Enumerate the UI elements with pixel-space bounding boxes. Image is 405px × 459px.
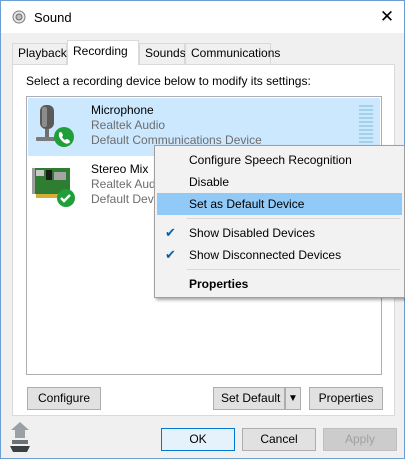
microphone-icon: [36, 105, 74, 147]
window-title: Sound: [34, 10, 72, 25]
menu-item-label: Properties: [189, 277, 249, 291]
sound-dialog: Sound ✕ Playback Recording Sounds Commun…: [0, 0, 405, 459]
speaker-icon: [12, 10, 26, 24]
properties-button[interactable]: Properties: [309, 387, 383, 410]
close-icon: ✕: [379, 7, 395, 26]
tab-recording[interactable]: Recording: [67, 40, 139, 65]
menu-item-properties[interactable]: Properties: [157, 273, 402, 295]
checkmark-badge-icon: [57, 189, 75, 207]
apply-button[interactable]: Apply: [323, 428, 397, 451]
tab-playback[interactable]: Playback: [12, 43, 67, 64]
menu-item-show-disconnected-devices[interactable]: ✔ Show Disconnected Devices: [157, 244, 402, 266]
context-menu: Configure Speech Recognition Disable Set…: [154, 145, 405, 298]
menu-separator: [187, 218, 400, 219]
device-driver: Realtek Audio: [91, 118, 166, 132]
menu-item-show-disabled-devices[interactable]: ✔ Show Disabled Devices: [157, 222, 402, 244]
configure-button[interactable]: Configure: [27, 387, 101, 410]
chevron-down-icon: ▼: [288, 393, 298, 404]
menu-separator: [187, 269, 400, 270]
menu-item-configure-speech-recognition[interactable]: Configure Speech Recognition: [157, 149, 402, 171]
menu-item-label: Configure Speech Recognition: [189, 153, 352, 167]
menu-item-disable[interactable]: Disable: [157, 171, 402, 193]
menu-item-label: Show Disconnected Devices: [189, 248, 342, 262]
set-default-button[interactable]: Set Default: [213, 387, 285, 410]
tab-sounds[interactable]: Sounds: [139, 43, 186, 64]
checkmark-icon: ✔: [165, 225, 176, 240]
instruction-text: Select a recording device below to modif…: [26, 74, 311, 88]
tab-communications[interactable]: Communications: [185, 43, 280, 64]
device-name: Stereo Mix: [91, 162, 149, 176]
menu-item-label: Disable: [189, 175, 230, 189]
sound-card-icon: [32, 168, 75, 207]
phone-badge-icon: [54, 127, 74, 147]
checkmark-icon: ✔: [165, 247, 176, 262]
menu-item-set-as-default-device[interactable]: Set as Default Device: [157, 193, 402, 215]
cancel-button[interactable]: Cancel: [242, 428, 316, 451]
close-button[interactable]: ✕: [373, 5, 401, 29]
device-name: Microphone: [91, 103, 154, 117]
ok-button[interactable]: OK: [161, 428, 235, 451]
logo-icon: [10, 422, 30, 452]
menu-item-label: Set as Default Device: [189, 197, 305, 211]
title-bar[interactable]: Sound ✕: [1, 1, 404, 33]
menu-item-label: Show Disabled Devices: [189, 226, 316, 240]
set-default-dropdown-button[interactable]: ▼: [285, 387, 301, 410]
